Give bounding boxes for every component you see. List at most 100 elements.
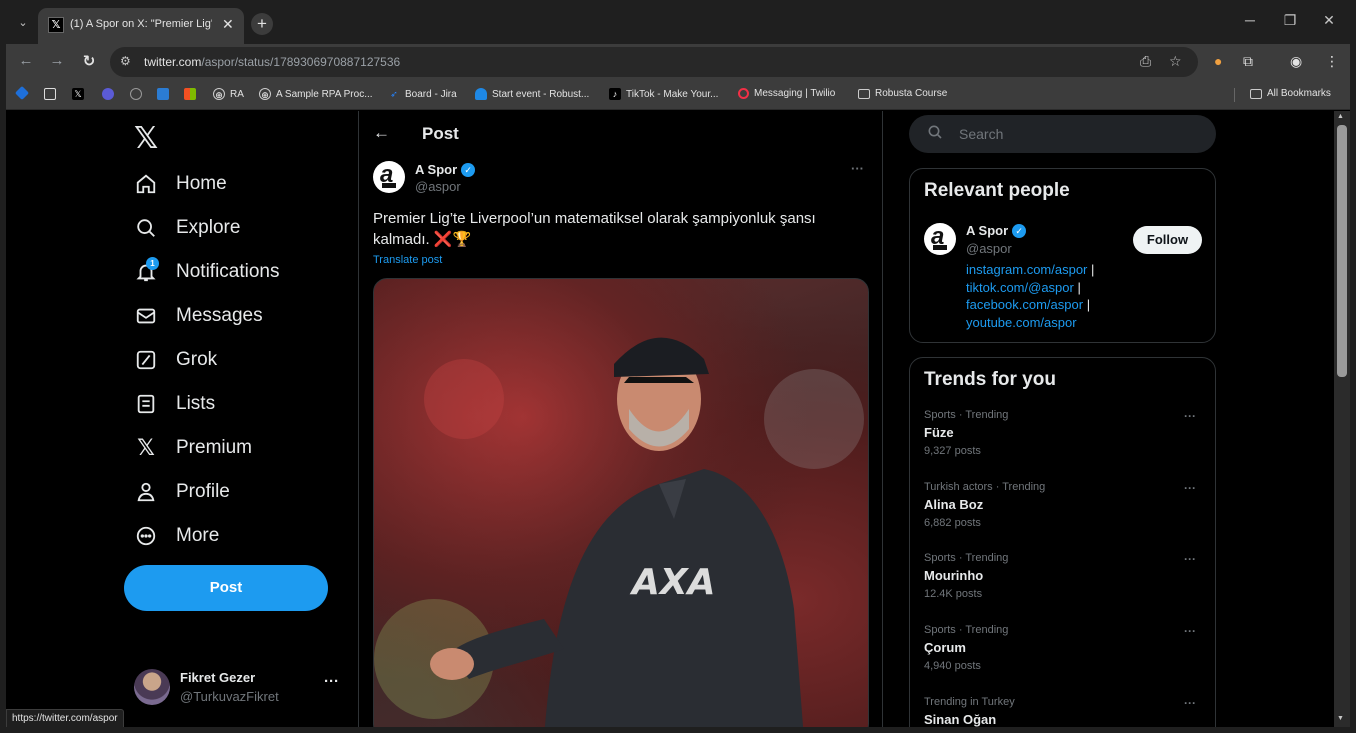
nav-home[interactable]: Home <box>134 164 227 204</box>
author-name[interactable]: A Spor ✓ <box>415 162 476 177</box>
trend-more-icon[interactable]: ··· <box>1184 409 1196 423</box>
x-logo-icon[interactable]: 𝕏 <box>134 121 158 156</box>
nav-profile[interactable]: Profile <box>134 472 230 512</box>
forward-icon[interactable]: → <box>47 52 67 69</box>
post-text: Premier Lig’te Liverpool’un matematiksel… <box>373 210 816 248</box>
bookmarks-bar: 𝕏 ⊕ RA ⊕ A Sample RPA Proc... ➶ Board - Jir… <box>0 80 1356 110</box>
follow-button[interactable]: Follow <box>1133 226 1202 254</box>
trend-meta: Sports · Trending <box>924 409 1009 421</box>
account-handle: @TurkuvazFikret <box>180 689 279 704</box>
nav-label: Grok <box>176 349 218 370</box>
bookmark-app-3[interactable] <box>102 88 114 100</box>
main-column: ← Post a A Spor ✓ @aspor ··· Premier Lig… <box>358 111 883 729</box>
more-dots-icon[interactable]: ··· <box>324 673 339 690</box>
bookmark-microsoft-icon[interactable] <box>184 88 196 100</box>
author-avatar[interactable]: a <box>373 161 405 193</box>
translate-post-link[interactable]: Translate post <box>373 254 442 266</box>
relevant-people-card: Relevant people a A Spor ✓ @aspor Follow… <box>909 168 1216 343</box>
back-arrow-icon[interactable]: ← <box>373 123 390 143</box>
bookmark-rpa-process[interactable]: ⊕ A Sample RPA Proc... <box>259 88 373 100</box>
trend-meta: Sports · Trending <box>924 552 1009 564</box>
grok-icon <box>134 348 158 372</box>
install-app-icon[interactable]: ⎙ <box>1140 53 1151 70</box>
trend-item[interactable]: Sports · Trending Çorum 4,940 posts ··· <box>924 624 1204 684</box>
search-input[interactable]: Search <box>909 115 1216 153</box>
nav-label: Premium <box>176 437 253 458</box>
all-bookmarks[interactable]: All Bookmarks <box>1250 88 1331 99</box>
bookmarks-separator <box>1234 88 1235 102</box>
browser-tab[interactable]: 𝕏 (1) A Spor on X: "Premier Lig'te ✕ <box>38 8 244 44</box>
tab-search-icon[interactable]: ⌄ <box>14 14 32 32</box>
bookmark-x-icon[interactable]: 𝕏 <box>72 88 84 100</box>
trend-item[interactable]: Sports · Trending Mourinho 12.4K posts ·… <box>924 552 1204 612</box>
search-placeholder: Search <box>959 126 1004 142</box>
post-more-icon[interactable]: ··· <box>851 161 864 176</box>
tab-close-icon[interactable]: ✕ <box>222 16 234 33</box>
nav-label: Home <box>176 173 227 194</box>
home-icon <box>134 172 158 196</box>
trend-item[interactable]: Sports · Trending Füze 9,327 posts ··· <box>924 409 1204 469</box>
person-avatar[interactable]: a <box>924 223 956 255</box>
nav-notifications[interactable]: 1 Notifications <box>134 252 280 292</box>
bookmark-jira[interactable]: ➶ Board - Jira <box>388 88 456 100</box>
person-handle[interactable]: @aspor <box>966 241 1012 256</box>
bookmark-twilio[interactable]: Messaging | Twilio <box>738 88 835 99</box>
browser-toolbar: ← → ↻ ⚙ twitter.com/aspor/status/1789306… <box>0 44 1356 80</box>
bio-link-tiktok[interactable]: tiktok.com/@aspor <box>966 280 1074 295</box>
bookmark-star-icon[interactable]: ☆ <box>1169 53 1182 70</box>
trend-meta: Turkish actors · Trending <box>924 481 1046 493</box>
trend-item[interactable]: Turkish actors · Trending Alina Boz 6,88… <box>924 481 1204 541</box>
trend-name: Çorum <box>924 640 966 655</box>
trend-name: Alina Boz <box>924 497 984 512</box>
nav-lists[interactable]: Lists <box>134 384 215 424</box>
trend-more-icon[interactable]: ··· <box>1184 552 1196 566</box>
close-window-icon[interactable]: ✕ <box>1319 12 1339 29</box>
bookmark-github-icon[interactable] <box>130 88 142 100</box>
post-button[interactable]: Post <box>124 565 328 611</box>
bio-link-facebook[interactable]: facebook.com/aspor <box>966 297 1083 312</box>
trend-more-icon[interactable]: ··· <box>1184 696 1196 710</box>
nav-label: More <box>176 525 220 546</box>
back-icon[interactable]: ← <box>16 52 36 69</box>
scroll-thumb[interactable] <box>1337 125 1347 377</box>
list-icon <box>134 392 158 416</box>
bookmark-start-event[interactable]: Start event - Robust... <box>475 88 589 100</box>
person-icon <box>134 480 158 504</box>
bookmark-app-1[interactable] <box>14 85 30 101</box>
trend-more-icon[interactable]: ··· <box>1184 624 1196 638</box>
author-handle[interactable]: @aspor <box>415 179 461 194</box>
address-bar[interactable]: ⚙ twitter.com/aspor/status/1789306970887… <box>110 47 1198 77</box>
reload-icon[interactable]: ↻ <box>79 52 99 70</box>
bookmark-app-2[interactable] <box>44 88 56 100</box>
scroll-down-icon[interactable]: ▼ <box>1337 715 1344 722</box>
bookmark-folder-robusta[interactable]: Robusta Course <box>858 88 947 99</box>
bookmark-ra[interactable]: ⊕ RA <box>213 88 244 100</box>
scroll-up-icon[interactable]: ▲ <box>1337 113 1344 120</box>
nav-premium[interactable]: 𝕏 Premium <box>134 428 252 468</box>
restore-icon[interactable]: ❐ <box>1280 12 1300 29</box>
extension-icon[interactable]: ● <box>1214 53 1222 69</box>
extensions-puzzle-icon[interactable]: ⧉ <box>1243 53 1253 70</box>
page-scrollbar[interactable]: ▲ ▼ <box>1334 111 1350 729</box>
profile-avatar-icon[interactable]: ◉ <box>1290 53 1302 70</box>
browser-menu-icon[interactable]: ⋮ <box>1325 53 1339 70</box>
bookmark-outlook-icon[interactable] <box>157 88 169 100</box>
person-name[interactable]: A Spor ✓ <box>966 223 1027 238</box>
nav-label: Notifications <box>176 261 280 282</box>
post-image[interactable]: AXA <box>373 278 869 729</box>
minimize-icon[interactable]: ─ <box>1240 12 1260 28</box>
bio-link-instagram[interactable]: instagram.com/aspor <box>966 262 1087 277</box>
nav-label: Explore <box>176 217 241 238</box>
new-tab-button[interactable]: + <box>251 13 273 35</box>
bookmark-tiktok[interactable]: ♪ TikTok - Make Your... <box>609 88 718 100</box>
bio-link-youtube[interactable]: youtube.com/aspor <box>966 315 1077 330</box>
trend-item[interactable]: Trending in Turkey Sinan Oğan ··· <box>924 696 1204 729</box>
trend-more-icon[interactable]: ··· <box>1184 481 1196 495</box>
nav-more[interactable]: More <box>134 516 219 556</box>
nav-grok[interactable]: Grok <box>134 340 217 380</box>
site-info-icon[interactable]: ⚙ <box>120 54 131 68</box>
account-switcher[interactable]: Fikret Gezer @TurkuvazFikret ··· <box>134 667 352 711</box>
nav-explore[interactable]: Explore <box>134 208 240 248</box>
nav-messages[interactable]: Messages <box>134 296 263 336</box>
url-text[interactable]: twitter.com/aspor/status/178930697088712… <box>144 55 400 69</box>
